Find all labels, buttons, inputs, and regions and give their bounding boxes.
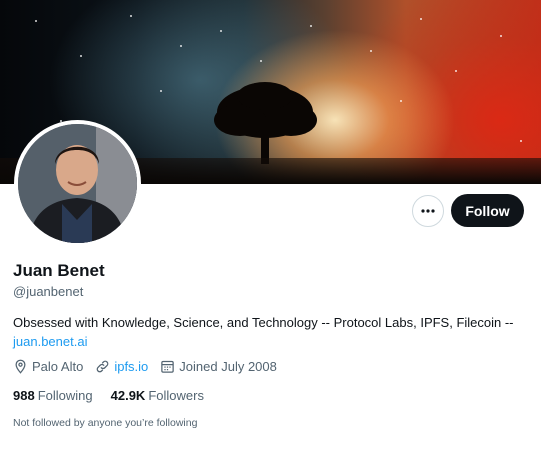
profile-stats: 988 Following 42.9K Followers bbox=[13, 388, 222, 403]
joined-text: Joined July 2008 bbox=[179, 359, 277, 374]
calendar-icon bbox=[161, 360, 175, 373]
following-label: Following bbox=[37, 388, 93, 403]
followers-label: Followers bbox=[148, 388, 204, 403]
user-handle: @juanbenet bbox=[13, 284, 84, 299]
joined-item: Joined July 2008 bbox=[160, 359, 277, 374]
display-name: Juan Benet bbox=[13, 261, 105, 280]
following-link[interactable]: 988 Following bbox=[13, 388, 93, 403]
followers-link[interactable]: 42.9K Followers bbox=[111, 388, 204, 403]
location-pin-icon bbox=[15, 359, 26, 374]
avatar[interactable] bbox=[14, 120, 141, 247]
follow-button[interactable]: Follow bbox=[451, 194, 524, 227]
avatar-portrait bbox=[18, 124, 137, 243]
link-icon bbox=[97, 360, 109, 373]
not-followed-notice: Not followed by anyone you’re following bbox=[13, 417, 198, 429]
bio-link[interactable]: juan.benet.ai bbox=[13, 334, 87, 349]
following-count: 988 bbox=[13, 388, 35, 403]
location-item: Palo Alto bbox=[13, 359, 83, 374]
bio-text: Obsessed with Knowledge, Science, and Te… bbox=[13, 315, 514, 330]
location-text: Palo Alto bbox=[32, 359, 84, 374]
profile-bio: Obsessed with Knowledge, Science, and Te… bbox=[13, 313, 533, 351]
followers-count: 42.9K bbox=[110, 388, 146, 403]
website-item: ipfs.io bbox=[95, 359, 148, 374]
more-options-button[interactable] bbox=[412, 195, 444, 227]
profile-meta: Palo Alto ipfs.io Joined July 2008 bbox=[13, 359, 289, 374]
more-horizontal-icon bbox=[421, 209, 435, 213]
website-link[interactable]: ipfs.io bbox=[114, 359, 148, 374]
